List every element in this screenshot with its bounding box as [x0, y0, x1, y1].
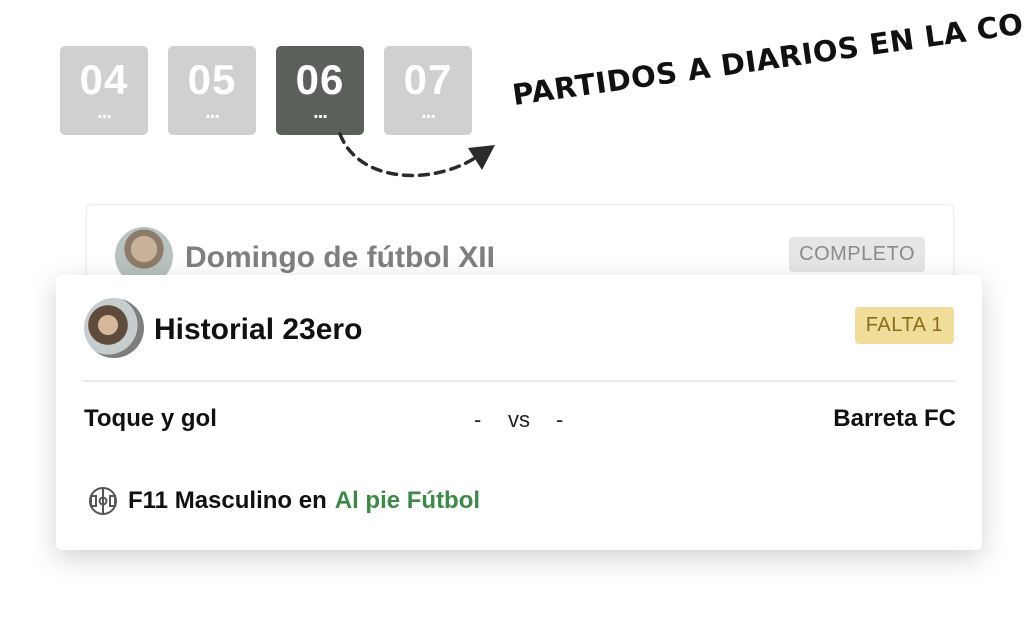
venue-link[interactable]: Al pie Fútbol — [335, 487, 480, 515]
day-number: 05 — [187, 56, 237, 103]
avatar — [84, 298, 144, 358]
home-team-name: Toque y gol — [84, 405, 217, 432]
day-dots: ... — [97, 101, 112, 123]
day-tile-04[interactable]: 04 ... — [60, 46, 148, 135]
match-format-text: F11 Masculino en — [128, 487, 327, 514]
day-number: 07 — [403, 56, 453, 103]
soccer-field-icon — [89, 487, 117, 515]
match-title: Domingo de fútbol XII — [185, 241, 495, 274]
day-number: 06 — [295, 56, 345, 103]
away-score: - — [556, 407, 564, 432]
home-score: - — [474, 407, 482, 432]
day-tile-05[interactable]: 05 ... — [168, 46, 256, 135]
dashed-arrow-icon — [338, 132, 495, 178]
day-dots: ... — [313, 101, 328, 123]
day-dots: ... — [421, 101, 436, 123]
status-badge: FALTA 1 — [854, 307, 954, 344]
away-team-name: Barreta FC — [833, 405, 956, 432]
promo-handwritten-text: PARTIDOS A DIARIOS EN LA COMUNIDAD — [510, 0, 1024, 112]
day-number: 04 — [79, 56, 129, 103]
match-info-row: F11 Masculino en Al pie Fútbol — [88, 485, 480, 517]
vs-label: vs — [508, 407, 530, 432]
day-dots: ... — [205, 101, 220, 123]
match-card[interactable]: Historial 23ero FALTA 1 Toque y gol - vs… — [56, 275, 982, 550]
status-badge: COMPLETO — [789, 237, 925, 272]
divider — [82, 380, 956, 382]
match-title: Historial 23ero — [154, 313, 363, 346]
